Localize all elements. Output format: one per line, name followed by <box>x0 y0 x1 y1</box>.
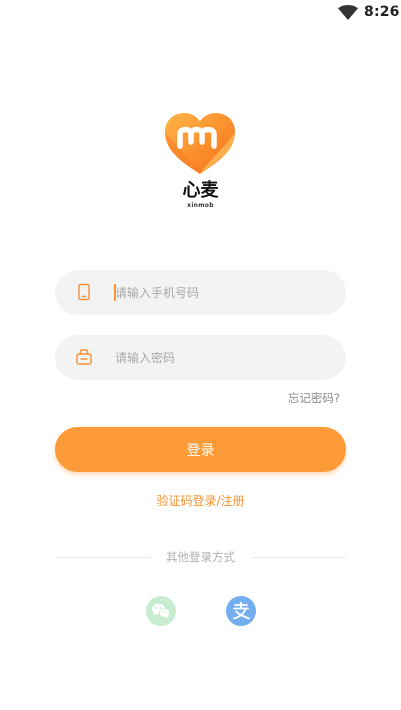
login-button[interactable]: 登录 <box>55 427 346 472</box>
forgot-password-link[interactable]: 忘记密码? <box>288 390 340 406</box>
wechat-icon <box>152 603 171 619</box>
status-bar: 8:26 <box>0 0 401 26</box>
brand-name: 心麦 <box>182 180 219 201</box>
login-screen: 8:26 心麦 xinmob 忘记密码 <box>0 0 401 710</box>
wifi-icon <box>338 5 358 20</box>
status-time: 8:26 <box>364 4 400 20</box>
heart-m-logo-icon <box>165 113 235 174</box>
alipay-login-button[interactable] <box>226 596 256 626</box>
divider-right <box>252 557 346 558</box>
wechat-login-button[interactable] <box>146 596 176 626</box>
phone-icon <box>78 283 90 301</box>
brand-subtitle: xinmob <box>187 202 214 209</box>
phone-input[interactable] <box>115 270 330 315</box>
alipay-icon <box>233 601 250 620</box>
password-input[interactable] <box>115 335 330 380</box>
phone-field[interactable] <box>55 270 346 315</box>
lock-icon <box>76 349 92 365</box>
code-login-register-link[interactable]: 验证码登录/注册 <box>0 492 401 509</box>
password-field[interactable] <box>55 335 346 380</box>
